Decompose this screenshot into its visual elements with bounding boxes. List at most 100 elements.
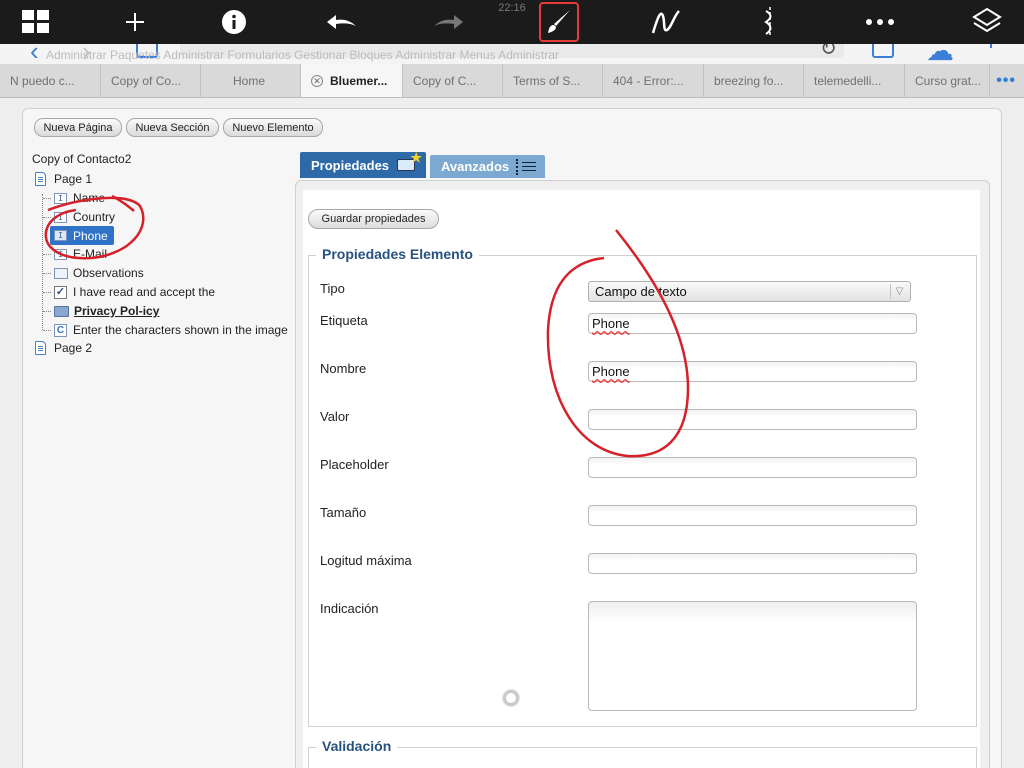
etiqueta-value: Phone: [592, 316, 630, 331]
tree-item-label: Country: [73, 210, 116, 224]
tab-properties-label: Propiedades: [311, 157, 390, 173]
more-tabs-icon[interactable]: •••: [996, 72, 1016, 90]
tab-label: breezing fo...: [714, 73, 784, 88]
new-page-button[interactable]: Nueva Página: [34, 118, 122, 137]
tab-advanced-label: Avanzados: [441, 159, 510, 174]
tab-6[interactable]: Terms of S...: [503, 64, 603, 97]
tab-advanced[interactable]: Avanzados: [430, 155, 545, 178]
tab-9[interactable]: telemedelli...: [804, 64, 905, 97]
status-time: 22:16: [498, 2, 526, 14]
tree-item-phone-selected[interactable]: I Phone: [50, 226, 114, 245]
save-properties-button[interactable]: Guardar propiedades: [308, 209, 439, 229]
tree-connector: [43, 330, 51, 331]
tab-label: Copy of C...: [413, 73, 477, 88]
reload-icon[interactable]: ↻: [820, 44, 837, 61]
grid-icon[interactable]: [16, 2, 56, 42]
etiqueta-label: Etiqueta: [320, 313, 368, 328]
back-icon[interactable]: ‹: [30, 44, 39, 64]
close-tab-icon[interactable]: ✕: [311, 74, 323, 87]
tab-label: Copy of Co...: [111, 73, 182, 88]
tab-label: Terms of S...: [513, 73, 581, 88]
new-tab-icon[interactable]: [990, 44, 992, 48]
tree-connector: [43, 217, 51, 218]
tree-item-label: Observations: [73, 266, 144, 280]
page-icon: [35, 172, 46, 186]
textfield-icon: I: [54, 211, 67, 223]
tree-item-label: Privacy Pol-icy: [74, 304, 160, 318]
valor-label: Valor: [320, 409, 350, 424]
tab-label: telemedelli...: [814, 73, 882, 88]
more-icon[interactable]: [860, 2, 900, 42]
placeholder-input[interactable]: [588, 457, 917, 478]
loading-spinner-icon: [503, 690, 519, 706]
layers-icon[interactable]: [967, 2, 1007, 42]
captcha-icon: C: [54, 323, 67, 337]
tab-1[interactable]: N puedo c...: [0, 64, 101, 97]
redo-icon[interactable]: [428, 2, 468, 42]
info-icon[interactable]: [214, 2, 254, 42]
brush-icon[interactable]: [539, 2, 579, 42]
tipo-select[interactable]: Campo de texto ▽: [588, 281, 911, 302]
textfield-icon: I: [54, 192, 67, 204]
tab-label: Home: [233, 73, 266, 88]
new-element-button[interactable]: Nuevo Elemento: [223, 118, 323, 137]
tree-item-privacy[interactable]: Privacy Pol-icy: [54, 302, 159, 320]
tree-item-email[interactable]: I E-Mail: [54, 245, 107, 263]
tipo-label: Tipo: [320, 281, 345, 296]
tamano-input[interactable]: [588, 505, 917, 526]
pen-icon[interactable]: [646, 2, 686, 42]
tree-connector: [43, 273, 51, 274]
tabs-bar: N puedo c... Copy of Co... Home ✕ Bluemer…: [0, 64, 1024, 98]
indicacion-textarea[interactable]: [588, 601, 917, 711]
bookmarks-icon[interactable]: [872, 44, 894, 58]
tree-item-label: I have read and accept the: [73, 285, 216, 299]
tab-8[interactable]: breezing fo...: [704, 64, 804, 97]
indicacion-label: Indicación: [320, 601, 379, 616]
tab-4-active[interactable]: ✕ Bluemer...: [301, 64, 403, 97]
tree-page-label: Page 1: [54, 172, 93, 186]
tab-3[interactable]: Home: [201, 64, 301, 97]
tree-item-label: Phone: [73, 228, 108, 243]
tab-label: 404 - Error:...: [613, 73, 684, 88]
tab-properties[interactable]: Propiedades: [300, 150, 426, 178]
longitud-maxima-input[interactable]: [588, 553, 917, 574]
tree-item-observations[interactable]: Observations: [54, 264, 144, 282]
tab-5[interactable]: Copy of C...: [403, 64, 503, 97]
tab-7[interactable]: 404 - Error:...: [603, 64, 704, 97]
tree-item-country[interactable]: I Country: [54, 208, 115, 226]
undo-icon[interactable]: [322, 2, 362, 42]
etiqueta-input[interactable]: Phone: [588, 313, 917, 334]
tab-2[interactable]: Copy of Co...: [101, 64, 201, 97]
nombre-value: Phone: [592, 364, 630, 379]
folder-icon: [54, 305, 69, 317]
tree-item-captcha[interactable]: C Enter the characters shown in the imag…: [54, 321, 288, 339]
tree-connector: [43, 292, 51, 293]
textfield-icon: I: [54, 248, 67, 260]
tree-item-name[interactable]: I Name: [54, 189, 105, 207]
checkbox-icon: ✓: [54, 285, 67, 299]
plus-icon[interactable]: [115, 2, 155, 42]
browser-chrome: ‹ › bluemerma Administrar Paquetes Admin…: [0, 44, 1024, 64]
tree-connector: [43, 254, 51, 255]
validation-fieldset: [308, 747, 977, 768]
tree-item-label: E-Mail: [73, 247, 108, 261]
tree-page-1[interactable]: Page 1: [35, 170, 92, 188]
new-section-button[interactable]: Nueva Sección: [126, 118, 219, 137]
tab-label: Curso grat...: [915, 73, 982, 88]
nombre-input[interactable]: Phone: [588, 361, 917, 382]
bookmarks-bar: Administrar Paquetes Administrar Formula…: [46, 48, 559, 62]
tipo-selected-value: Campo de texto: [595, 284, 687, 299]
cloud-icon[interactable]: ☁: [926, 44, 954, 64]
tree-item-accept[interactable]: ✓ I have read and accept the: [54, 283, 215, 301]
tree-page-label: Page 2: [54, 341, 93, 355]
annotation-toolbar: 22:16: [0, 0, 1024, 44]
placeholder-label: Placeholder: [320, 457, 389, 472]
textfield-icon: I: [54, 230, 67, 241]
valor-input[interactable]: [588, 409, 917, 430]
tab-10[interactable]: Curso grat...: [905, 64, 990, 97]
tree-item-label: Enter the characters shown in the image: [73, 323, 288, 337]
split-icon[interactable]: [750, 2, 790, 42]
tab-label: Bluemer...: [330, 73, 388, 88]
tab-label: N puedo c...: [10, 73, 75, 88]
tree-page-2[interactable]: Page 2: [35, 339, 92, 357]
